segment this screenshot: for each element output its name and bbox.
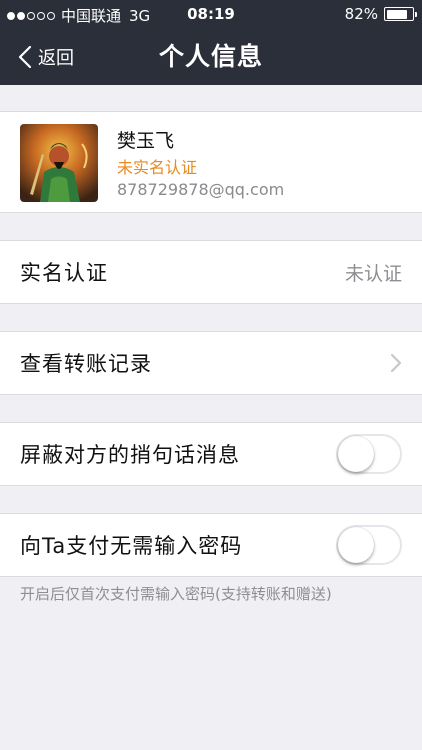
no-password-row: 向Ta支付无需输入密码 bbox=[0, 513, 422, 577]
chevron-right-icon bbox=[390, 353, 402, 373]
toggle-knob bbox=[338, 527, 374, 563]
block-messages-label: 屏蔽对方的捎句话消息 bbox=[20, 443, 240, 467]
realname-row[interactable]: 实名认证 未认证 bbox=[0, 240, 422, 304]
block-messages-row: 屏蔽对方的捎句话消息 bbox=[0, 422, 422, 486]
battery-percent: 82% bbox=[344, 5, 378, 23]
block-messages-toggle[interactable] bbox=[336, 434, 402, 474]
realname-label: 实名认证 bbox=[20, 261, 108, 285]
realname-value: 未认证 bbox=[344, 262, 402, 285]
profile-email: 878729878@qq.com bbox=[117, 180, 285, 199]
avatar-image bbox=[20, 124, 98, 202]
footnote: 开启后仅首次支付需输入密码(支持转账和赠送) bbox=[20, 585, 332, 603]
no-password-toggle[interactable] bbox=[336, 525, 402, 565]
nav-bar: 返回 个人信息 bbox=[0, 28, 422, 85]
status-bar: 中国联通 3G 08:19 82% bbox=[0, 0, 422, 28]
profile-name: 樊玉飞 bbox=[117, 130, 175, 152]
top-bar: 中国联通 3G 08:19 82% 返回 个人信息 bbox=[0, 0, 422, 85]
status-right: 82% bbox=[344, 5, 417, 23]
avatar[interactable] bbox=[20, 124, 98, 202]
battery-icon bbox=[384, 7, 417, 21]
transfer-records-row[interactable]: 查看转账记录 bbox=[0, 331, 422, 395]
transfer-records-label: 查看转账记录 bbox=[20, 352, 152, 376]
page-title: 个人信息 bbox=[158, 42, 263, 71]
no-password-label: 向Ta支付无需输入密码 bbox=[20, 534, 243, 558]
profile-card: 樊玉飞 未实名认证 878729878@qq.com bbox=[0, 111, 422, 213]
screen: 中国联通 3G 08:19 82% 返回 个人信息 樊玉飞 未实名认证 8787… bbox=[0, 0, 422, 750]
verification-status: 未实名认证 bbox=[117, 158, 198, 177]
toggle-knob bbox=[338, 436, 374, 472]
